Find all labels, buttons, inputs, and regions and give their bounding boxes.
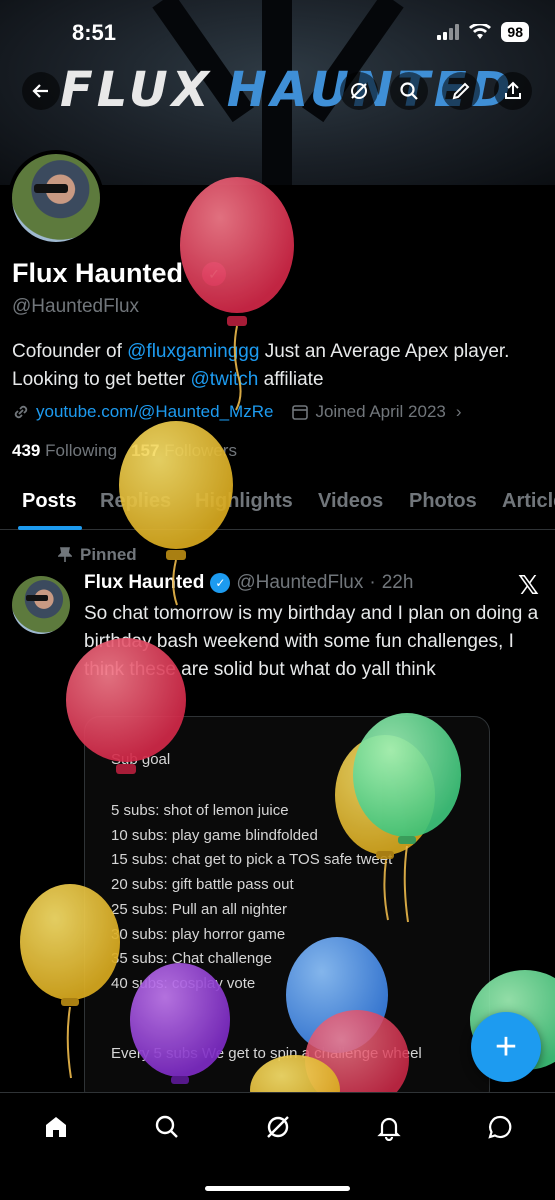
edit-button[interactable] (442, 72, 480, 110)
share-button[interactable] (494, 72, 532, 110)
home-indicator (205, 1186, 350, 1191)
card-line: 35 subs: Chat challenge (111, 950, 272, 968)
post-time[interactable]: 22h (382, 572, 414, 594)
status-icons: 98 (437, 22, 529, 42)
post-header: Flux Haunted ✓ @HauntedFlux · 22h (84, 572, 413, 594)
verified-badge-icon[interactable]: ✓ (202, 262, 226, 286)
follow-stats: 439 Following 157 Followers (12, 441, 237, 461)
verified-badge-icon[interactable]: ✓ (210, 573, 231, 593)
tab-replies[interactable]: Replies (100, 490, 171, 513)
calendar-icon (292, 405, 309, 420)
tab-highlights[interactable]: Highlights (195, 490, 293, 513)
profile-handle: @HauntedFlux (12, 296, 140, 317)
post-author-name[interactable]: Flux Haunted (84, 572, 204, 594)
bio-text: Cofounder of (12, 341, 128, 362)
banner-logo-word1: FLUX (60, 62, 213, 118)
search-icon (155, 1115, 178, 1138)
card-line: 10 subs: play game blindfolded (111, 826, 318, 844)
post-image[interactable]: Sub goal 5 subs: shot of lemon juice 10 … (84, 716, 490, 1106)
compose-button[interactable]: + (471, 1012, 541, 1082)
pinned-label: Pinned (58, 545, 137, 565)
tab-posts[interactable]: Posts (22, 490, 76, 513)
back-button[interactable] (22, 72, 60, 110)
pencil-icon (452, 82, 470, 100)
tab-photos[interactable]: Photos (409, 490, 477, 513)
bio-mention-fluxgaminggg[interactable]: @fluxgaminggg (127, 341, 259, 362)
profile-avatar[interactable] (8, 150, 104, 246)
profile-tabs: Posts Replies Highlights Videos Photos A… (0, 478, 555, 530)
post-text[interactable]: So chat tomorrow is my birthday and I pl… (84, 600, 544, 684)
chevron-right-icon[interactable]: › (456, 402, 462, 422)
bottom-nav (0, 1092, 555, 1200)
followers-link[interactable]: 157 Followers (131, 441, 237, 460)
plus-icon: + (494, 1025, 518, 1068)
battery-icon: 98 (501, 22, 529, 42)
website-link[interactable]: youtube.com/@Haunted_MzRe (36, 402, 273, 422)
pinned-text: Pinned (80, 545, 137, 564)
status-time: 8:51 (72, 20, 117, 45)
search-icon (400, 82, 418, 100)
card-footer: Every 5 subs We get to spin a challenge … (111, 1045, 422, 1062)
grok-button[interactable] (340, 72, 378, 110)
joined-date: Joined April 2023 (315, 402, 446, 421)
arrow-left-icon (32, 84, 48, 98)
card-line: 40 subs: cosplay vote (111, 974, 256, 992)
profile-bio: Cofounder of @fluxgaminggg Just an Avera… (12, 338, 532, 394)
card-lines: 5 subs: shot of lemon juice 10 subs: pla… (111, 799, 392, 997)
card-title: Sub goal (111, 751, 171, 768)
profile-meta: youtube.com/@Haunted_MzRe Joined April 2… (12, 402, 462, 422)
grok-icon (267, 1116, 289, 1138)
bio-mention-twitch[interactable]: @twitch (191, 369, 259, 390)
pin-icon (58, 547, 72, 562)
nav-notifications[interactable] (369, 1107, 409, 1147)
messages-icon (488, 1115, 512, 1139)
share-icon (505, 81, 521, 99)
following-link[interactable]: 439 Following (12, 441, 117, 460)
profile-name: Flux Haunted (12, 258, 184, 288)
card-line: 5 subs: shot of lemon juice (111, 802, 289, 819)
active-tab-indicator (18, 526, 82, 530)
post-author-handle[interactable]: @HauntedFlux (236, 572, 363, 594)
signal-icon (437, 24, 460, 40)
card-line: 20 subs: gift battle pass out (111, 876, 294, 894)
card-line: 15 subs: chat get to pick a TOS safe twe… (111, 851, 393, 869)
card-line: 30 subs: play horror game (111, 925, 286, 943)
tab-videos[interactable]: Videos (318, 490, 383, 513)
nav-search[interactable] (147, 1107, 187, 1147)
tab-articles[interactable]: Articles (502, 490, 555, 513)
link-icon (14, 405, 28, 419)
card-line: 25 subs: Pull an all nighter (111, 900, 287, 918)
x-logo-icon: 𝕏 (518, 570, 539, 600)
grok-icon (351, 83, 367, 99)
nav-grok[interactable] (258, 1107, 298, 1147)
post-author-avatar[interactable] (12, 576, 70, 634)
nav-home[interactable] (36, 1107, 76, 1147)
search-button[interactable] (390, 72, 428, 110)
nav-messages[interactable] (480, 1107, 520, 1147)
wifi-icon (469, 24, 492, 39)
post-separator: · (369, 572, 376, 593)
bio-text: affiliate (258, 369, 324, 390)
home-icon (46, 1117, 66, 1137)
notifications-icon (377, 1117, 401, 1141)
